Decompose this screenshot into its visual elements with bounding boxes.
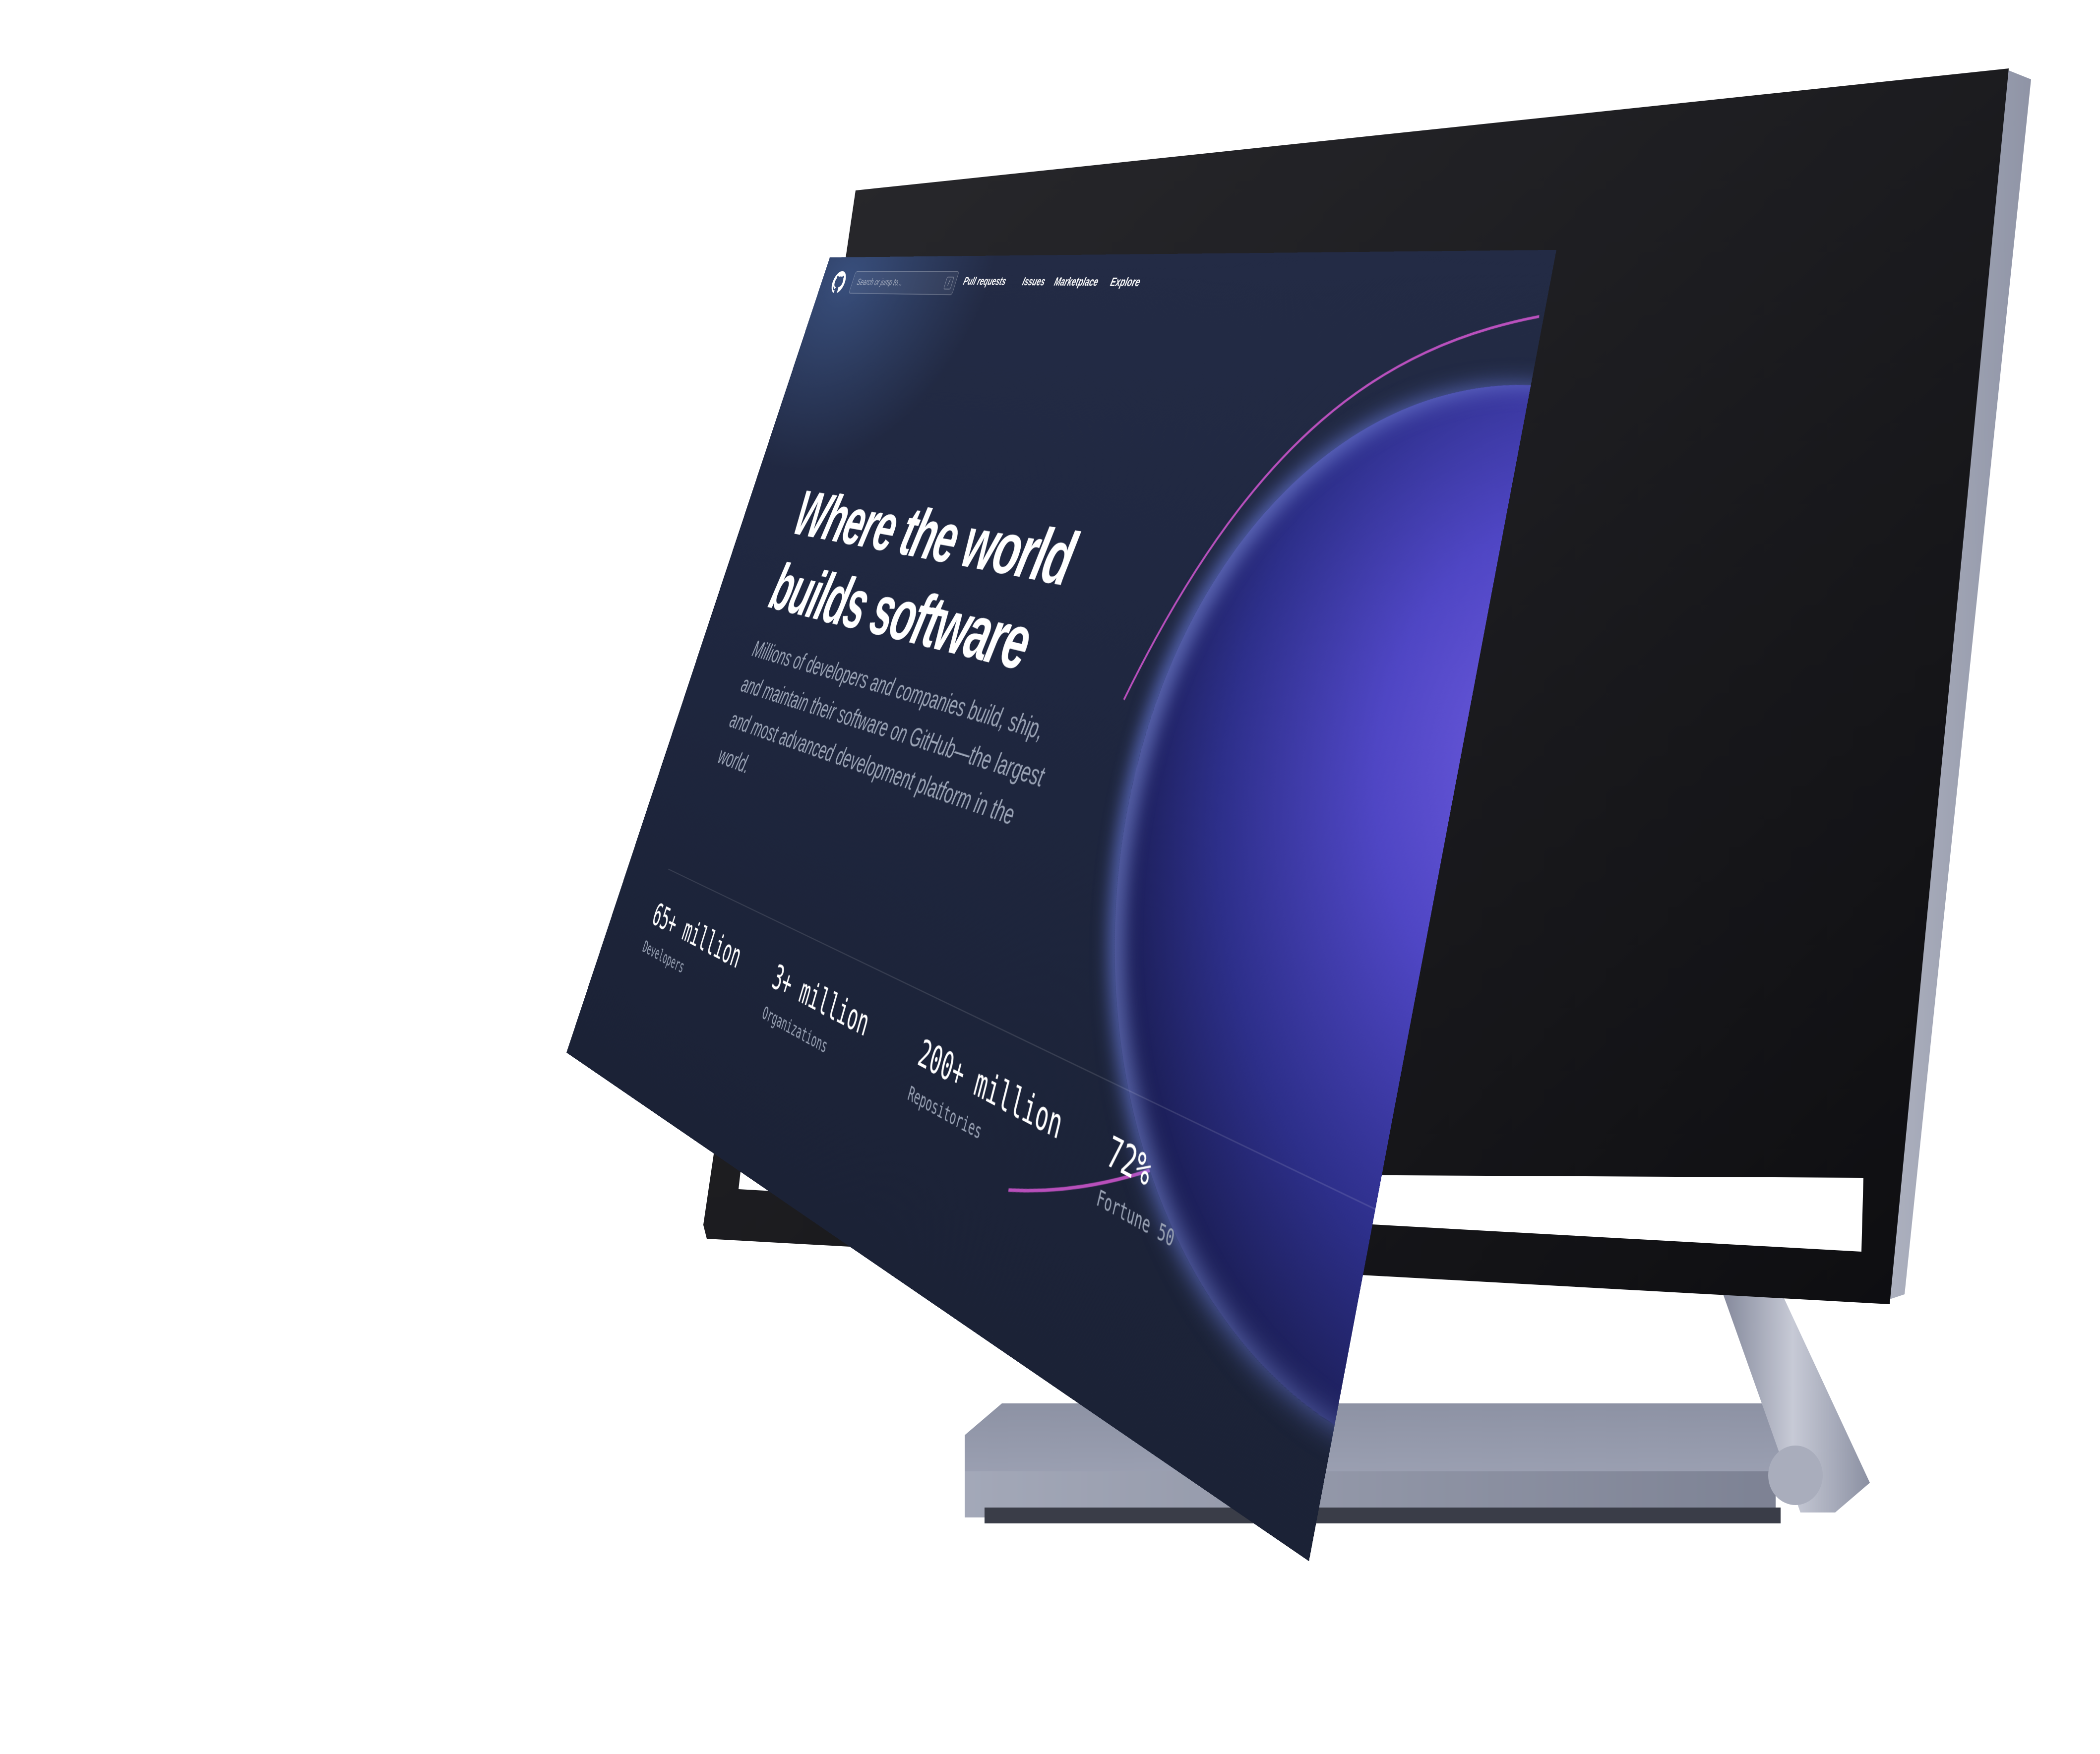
search-placeholder: Search or jump to...: [855, 277, 904, 288]
stat-organizations: 3+ million Organizations: [760, 958, 873, 1075]
github-logo-icon[interactable]: [829, 271, 849, 294]
nav-link-explore[interactable]: Explore: [1109, 275, 1142, 289]
nav-link-marketplace[interactable]: Marketplace: [1052, 275, 1100, 289]
nav-link-pull-requests[interactable]: Pull requests: [962, 275, 1007, 288]
monitor-base: [965, 1403, 1788, 1523]
nav-link-issues[interactable]: Issues: [1021, 275, 1047, 289]
slash-shortcut-badge: /: [943, 276, 955, 290]
search-input[interactable]: Search or jump to... /: [848, 271, 960, 296]
stat-developers: 65+ million Developers: [641, 897, 745, 1003]
